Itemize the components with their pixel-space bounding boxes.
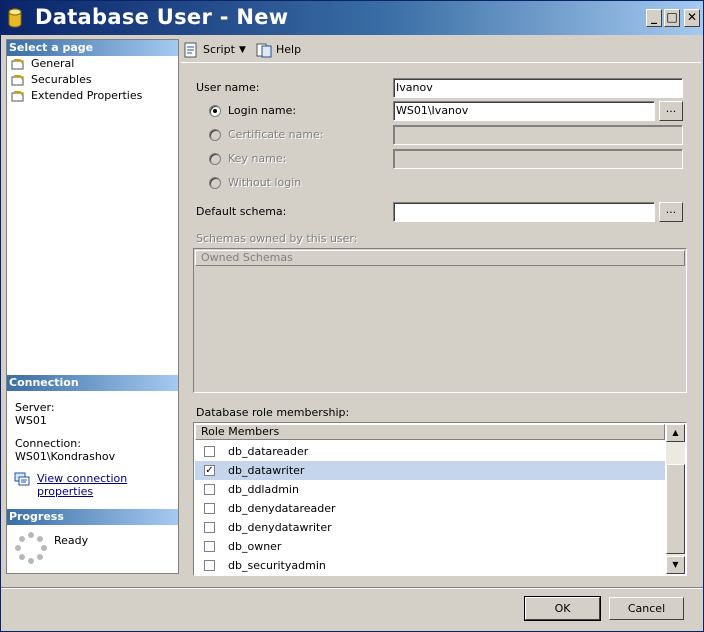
key-name-label: Key name: [228,152,287,165]
script-button[interactable]: Script ▼ [183,41,253,59]
role-name: db_denydatareader [228,502,336,515]
schemas-owned-label: Schemas owned by this user: [196,232,358,245]
ok-button[interactable]: OK [524,596,601,621]
role-checkbox[interactable] [204,541,215,552]
connection-value: WS01\Kondrashov [15,450,116,463]
page-item-general[interactable]: General [7,56,178,72]
page-item-label: Securables [31,73,92,86]
scrollbar-thumb[interactable] [666,464,685,554]
key-name-radio[interactable] [209,153,221,165]
connection-header: Connection [7,375,178,391]
role-name: db_denydatawriter [228,521,332,534]
role-name: db_ddladmin [228,483,299,496]
script-icon [184,42,197,58]
certificate-name-radio[interactable] [209,129,221,141]
chevron-down-icon[interactable]: ▼ [239,41,246,59]
role-checkbox[interactable] [204,522,215,533]
connection-label: Connection: [15,437,81,450]
role-checkbox[interactable] [204,560,215,571]
role-row[interactable]: db_securityadmin [195,556,665,575]
help-icon [256,43,272,58]
database-icon [8,8,22,28]
page-item-label: Extended Properties [31,89,143,102]
role-name: db_securityadmin [228,559,326,572]
role-membership-label: Database role membership: [196,406,350,419]
minimize-button[interactable]: _ [646,9,662,27]
page-item-extended-properties[interactable]: Extended Properties [7,88,178,104]
role-name: db_owner [228,540,282,553]
user-name-input[interactable]: Ivanov [393,78,683,98]
role-list-scrollbar[interactable]: ▲ ▼ [666,424,685,574]
role-row[interactable]: db_owner [195,537,665,556]
certificate-name-input[interactable] [393,125,683,145]
server-value: WS01 [15,414,47,427]
role-members-column-header[interactable]: Role Members [195,424,665,440]
page-icon [11,75,24,86]
progress-status: Ready [54,534,89,547]
server-label: Server: [15,401,55,414]
toolbar-divider [181,62,701,63]
maximize-button[interactable]: □ [664,9,680,27]
progress-spinner-icon [15,532,47,564]
select-page-header: Select a page [7,40,178,56]
owned-schemas-grid[interactable]: Owned Schemas [193,248,687,393]
role-row[interactable]: db_ddladmin [195,480,665,499]
role-name: db_datareader [228,445,309,458]
left-panel: Select a page General Securables Extende… [6,39,179,574]
help-label: Help [276,43,302,56]
certificate-name-label: Certificate name: [228,128,324,141]
bottom-divider-highlight [1,588,703,589]
connection-properties-icon [14,472,30,486]
progress-header: Progress [7,509,178,525]
user-name-label: User name: [196,81,260,94]
view-connection-properties-link[interactable]: View connection properties [37,472,178,498]
page-item-securables[interactable]: Securables [7,72,178,88]
login-name-radio[interactable] [209,105,221,117]
role-row[interactable]: db_denydatawriter [195,518,665,537]
role-checkbox[interactable]: ✓ [204,465,215,476]
default-schema-input[interactable] [393,202,655,222]
key-name-input[interactable] [393,149,683,169]
role-checkbox[interactable] [204,503,215,514]
page-item-label: General [31,57,75,70]
role-row[interactable]: db_denydatareader [195,499,665,518]
title-bar[interactable]: Database User - New _ □ ✕ [1,1,703,35]
toolbar: Script ▼ Help [181,39,701,61]
role-row[interactable]: ✓ db_datawriter [195,461,665,480]
login-name-label: Login name: [228,104,297,117]
role-name: db_datawriter [228,464,305,477]
login-name-browse-button[interactable]: ... [659,101,683,121]
default-schema-label: Default schema: [196,205,287,218]
without-login-label: Without login [228,176,302,189]
window-title: Database User - New [35,5,289,29]
role-checkbox[interactable] [204,446,215,457]
help-button[interactable]: Help [256,41,301,59]
page-icon [11,59,24,70]
without-login-radio[interactable] [209,177,221,189]
close-button[interactable]: ✕ [684,9,700,27]
database-user-dialog: Database User - New _ □ ✕ Select a page … [0,0,704,632]
script-label: Script [203,43,235,56]
role-checkbox[interactable] [204,484,215,495]
default-schema-browse-button[interactable]: ... [659,202,683,222]
cancel-button[interactable]: Cancel [609,597,684,620]
scroll-up-icon[interactable]: ▲ [666,424,685,442]
page-icon [11,91,24,102]
scroll-down-icon[interactable]: ▼ [666,556,685,574]
owned-schemas-column-header[interactable]: Owned Schemas [195,250,685,266]
login-name-input[interactable]: WS01\Ivanov [393,101,655,121]
role-row[interactable]: db_datareader [195,442,665,461]
role-membership-grid[interactable]: Role Members db_datareader ✓ db_datawriter… [193,422,687,576]
